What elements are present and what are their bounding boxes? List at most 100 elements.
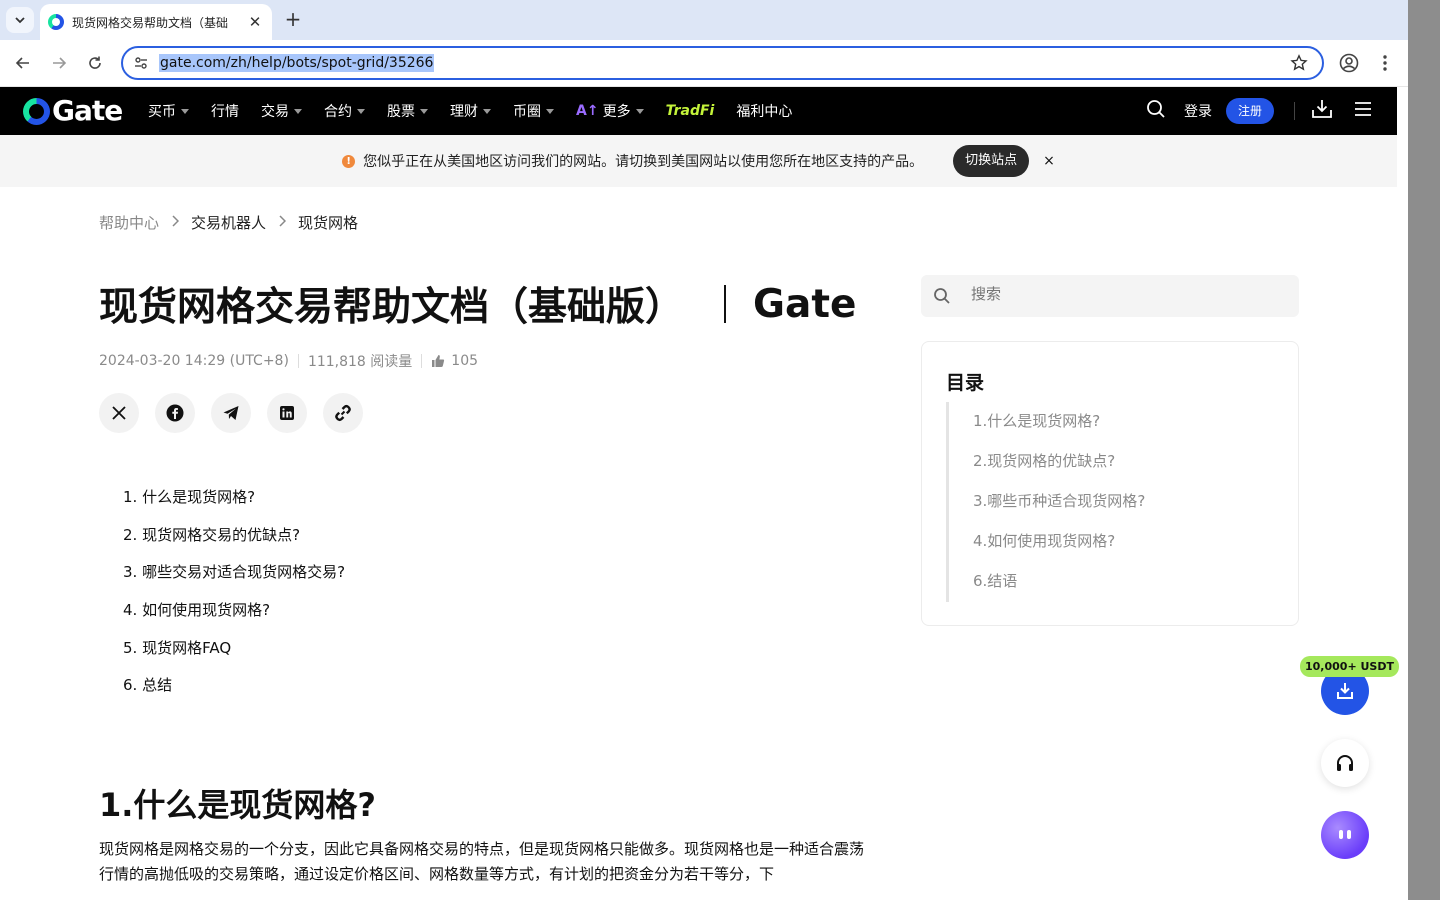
- search-icon: [933, 287, 951, 309]
- tab-title: 现货网格交易帮助文档（基础: [72, 15, 229, 30]
- sidebar-toc-item[interactable]: 1.什么是现货网格?: [973, 410, 1145, 450]
- title-divider: [724, 285, 727, 323]
- breadcrumb-help-center[interactable]: 帮助中心: [99, 212, 159, 233]
- nav-square[interactable]: 币圈: [513, 101, 554, 121]
- nav-stocks[interactable]: 股票: [387, 101, 428, 121]
- share-facebook-button[interactable]: [155, 393, 195, 433]
- gate-logo[interactable]: Gate: [23, 94, 123, 127]
- gate-logo-icon: [23, 97, 50, 125]
- nav-more[interactable]: A↑ 更多: [576, 101, 644, 121]
- header-actions: 登录 注册: [1146, 87, 1397, 135]
- arrow-right-icon: [53, 57, 67, 69]
- profile-icon[interactable]: [1338, 52, 1360, 78]
- region-banner: ! 您似乎正在从美国地区访问我们的网站。请切换到美国网站以使用您所在地区支持的产…: [0, 135, 1397, 187]
- nav-label: 行情: [211, 104, 239, 120]
- share-row: [99, 393, 379, 433]
- telegram-icon: [223, 406, 239, 420]
- customer-support-button[interactable]: [1321, 739, 1369, 787]
- sidebar-toc-item[interactable]: 4.如何使用现货网格?: [973, 530, 1145, 570]
- browser-toolbar: gate.com/zh/help/bots/spot-grid/35266: [0, 40, 1408, 87]
- switch-site-button[interactable]: 切换站点: [953, 145, 1030, 177]
- caret-down-icon: [181, 108, 189, 114]
- meta-divider: [421, 354, 423, 368]
- window-edge: [1408, 0, 1440, 900]
- toc-item[interactable]: 2. 现货网格交易的优缺点?: [123, 524, 345, 562]
- signup-button[interactable]: 注册: [1225, 98, 1274, 124]
- nav-rewards[interactable]: 福利中心: [736, 101, 792, 121]
- nav-earn[interactable]: 理财: [450, 101, 491, 121]
- hamburger-menu-icon[interactable]: [1353, 101, 1373, 121]
- caret-down-icon: [420, 108, 428, 114]
- toc-item[interactable]: 1. 什么是现货网格?: [123, 486, 345, 524]
- banner-text: 您似乎正在从美国地区访问我们的网站。请切换到美国网站以使用您所在地区支持的产品。: [363, 154, 924, 170]
- article-meta: 2024-03-20 14:29 (UTC+8) 111,818 阅读量 105: [99, 351, 478, 371]
- logo-text: Gate: [52, 94, 123, 127]
- toc-item[interactable]: 6. 总结: [123, 674, 345, 712]
- section-paragraph: 现货网格是网格交易的一个分支，因此它具备网格交易的特点，但是现货网格只能做多。现…: [99, 840, 865, 883]
- sidebar-toc-item[interactable]: 2.现货网格的优缺点?: [973, 450, 1145, 490]
- nav-buy-crypto[interactable]: 买币: [148, 101, 189, 121]
- reload-button[interactable]: [84, 52, 106, 74]
- toc-item[interactable]: 4. 如何使用现货网格?: [123, 599, 345, 637]
- tradfi-logo: TradFi: [665, 103, 715, 119]
- reload-icon: [89, 56, 101, 69]
- breadcrumb-spot-grid[interactable]: 现货网格: [298, 212, 358, 233]
- share-telegram-button[interactable]: [211, 393, 251, 433]
- breadcrumb-trading-bots[interactable]: 交易机器人: [191, 212, 266, 233]
- nav-label: 股票: [387, 104, 415, 120]
- like-count: 105: [451, 353, 479, 369]
- site-info-icon[interactable]: [133, 55, 149, 75]
- banner-close-icon[interactable]: ×: [1043, 153, 1055, 169]
- link-icon: [335, 404, 351, 422]
- toc-item[interactable]: 3. 哪些交易对适合现货网格交易?: [123, 561, 345, 599]
- new-tab-plus-icon[interactable]: +: [282, 8, 304, 30]
- search-input[interactable]: [971, 285, 1271, 303]
- nav-markets[interactable]: 行情: [211, 101, 239, 121]
- linkedin-icon: [280, 406, 294, 420]
- site-header: Gate 买币 行情 交易 合约 股票 理财 币圈 A↑ 更多 TradFi 福利…: [0, 87, 1397, 135]
- like-button[interactable]: 105: [431, 353, 478, 369]
- breadcrumb: 帮助中心 交易机器人 现货网格: [99, 212, 358, 233]
- copy-link-button[interactable]: [323, 393, 363, 433]
- search-icon[interactable]: [1146, 99, 1166, 123]
- sidebar-toc-item[interactable]: 6.结语: [973, 570, 1145, 610]
- forward-button[interactable]: [48, 52, 70, 74]
- tab-close-icon[interactable]: ✕: [246, 13, 264, 31]
- chevron-down-icon: [15, 17, 25, 24]
- sidebar-toc-title: 目录: [946, 372, 985, 394]
- back-button[interactable]: [12, 52, 34, 74]
- tab-search-button[interactable]: [6, 7, 34, 33]
- title-text: 现货网格交易帮助文档（基础版）: [99, 285, 685, 330]
- sidebar-toc: 目录 1.什么是现货网格? 2.现货网格的优缺点? 3.哪些币种适合现货网格? …: [921, 341, 1299, 626]
- caret-down-icon: [546, 108, 554, 114]
- browser-menu-icon[interactable]: [1378, 52, 1392, 78]
- nav-label: 更多: [602, 104, 631, 120]
- bot-face-icon: [1339, 830, 1351, 839]
- login-link[interactable]: 登录: [1184, 101, 1212, 121]
- address-bar[interactable]: gate.com/zh/help/bots/spot-grid/35266: [121, 46, 1324, 80]
- browser-tab[interactable]: 现货网格交易帮助文档（基础 ✕: [40, 4, 272, 40]
- nav-tradfi[interactable]: TradFi: [666, 103, 715, 119]
- promo-badge[interactable]: 10,000+ USDT: [1300, 656, 1399, 677]
- url-text[interactable]: gate.com/zh/help/bots/spot-grid/35266: [159, 54, 435, 72]
- sidebar-toc-item[interactable]: 3.哪些币种适合现货网格?: [973, 490, 1145, 530]
- download-icon[interactable]: [1311, 99, 1333, 123]
- gate-favicon-icon: [48, 14, 64, 30]
- nav-label: 福利中心: [736, 104, 793, 120]
- tab-strip: 现货网格交易帮助文档（基础 ✕ +: [0, 0, 1408, 40]
- sidebar-toc-list: 1.什么是现货网格? 2.现货网格的优缺点? 3.哪些币种适合现货网格? 4.如…: [973, 410, 1145, 610]
- bookmark-star-icon[interactable]: [1290, 54, 1308, 76]
- download-icon: [1337, 683, 1353, 699]
- headphones-icon: [1337, 755, 1353, 771]
- page-title: 现货网格交易帮助文档（基础版） Gate: [99, 276, 856, 332]
- chevron-right-icon: [171, 214, 180, 231]
- ai-assistant-button[interactable]: [1321, 811, 1369, 859]
- nav-label: 交易: [261, 104, 289, 120]
- nav-futures[interactable]: 合约: [324, 101, 365, 121]
- publish-date: 2024-03-20 14:29 (UTC+8): [99, 353, 289, 369]
- nav-trade[interactable]: 交易: [261, 101, 302, 121]
- sidebar-search[interactable]: [921, 275, 1299, 317]
- share-x-button[interactable]: [99, 393, 139, 433]
- share-linkedin-button[interactable]: [267, 393, 307, 433]
- toc-item[interactable]: 5. 现货网格FAQ: [123, 637, 345, 675]
